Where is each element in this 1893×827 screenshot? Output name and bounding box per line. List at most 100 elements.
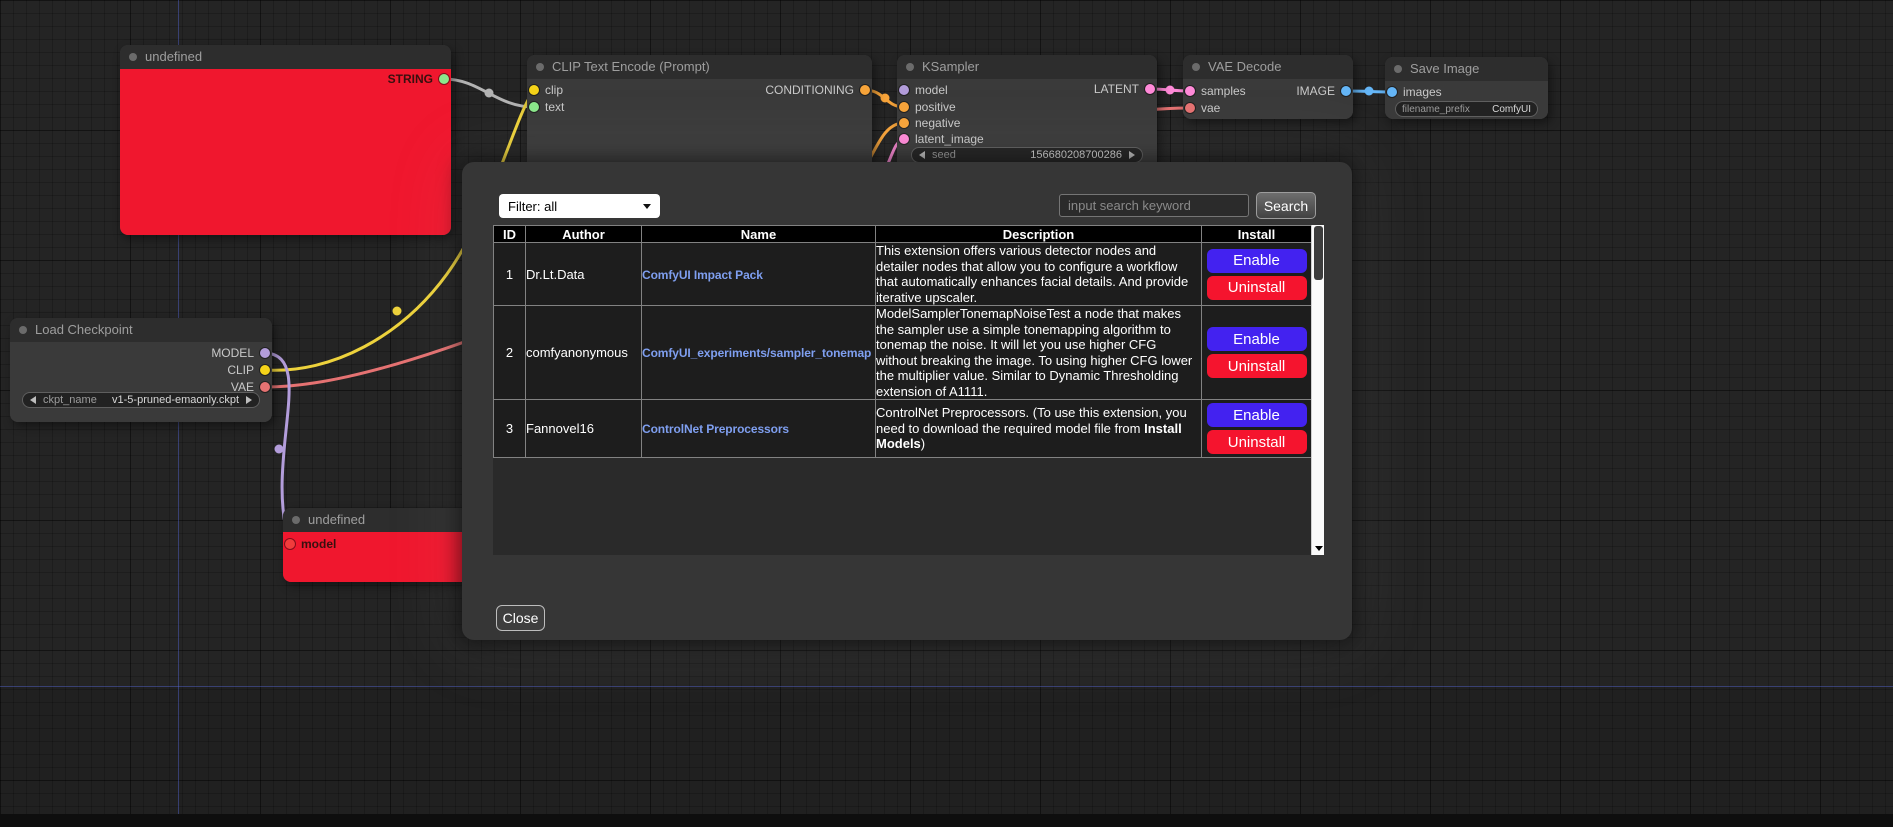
scroll-down-arrow-icon[interactable] [1315,546,1323,551]
uninstall-button[interactable]: Uninstall [1207,354,1307,378]
extension-manager-dialog: Filter: all Search ID Author Name Descri… [462,162,1352,640]
previous-arrow-icon[interactable] [30,396,36,404]
port-label: clip [545,83,563,97]
extension-link[interactable]: ControlNet Preprocessors [642,422,789,436]
input-port-latent-image[interactable]: latent_image [899,132,984,146]
seed-widget[interactable]: seed 156680208700286 [911,147,1143,163]
port-dot-icon[interactable] [285,539,295,549]
node-title-bar[interactable]: undefined [120,45,451,69]
increment-arrow-icon[interactable] [1129,151,1135,159]
extension-author: Dr.Lt.Data [526,243,642,306]
graph-canvas[interactable]: undefined STRING CLIP Text Encode (Promp… [0,0,1893,827]
port-dot-icon[interactable] [1341,86,1351,96]
extension-id: 2 [494,306,526,400]
port-label: model [301,537,336,551]
ckpt-name-widget[interactable]: ckpt_name v1-5-pruned-emaonly.ckpt [22,392,260,408]
input-port-model[interactable]: model [285,537,336,551]
port-dot-icon[interactable] [529,85,539,95]
node-title-bar[interactable]: Save Image [1385,57,1548,81]
port-dot-icon[interactable] [899,85,909,95]
port-label: samples [1201,84,1246,98]
port-dot-icon[interactable] [260,382,270,392]
input-port-positive[interactable]: positive [899,100,956,114]
node-vae-decode[interactable]: VAE Decode samples vae IMAGE [1183,55,1353,119]
extension-id: 3 [494,400,526,458]
extension-row: 2 comfyanonymous ComfyUI_experiments/sam… [494,306,1312,400]
port-dot-icon[interactable] [899,102,909,112]
extension-link[interactable]: ComfyUI_experiments/sampler_tonemap [642,346,871,360]
input-port-model[interactable]: model [899,83,948,97]
table-header-row: ID Author Name Description Install [494,226,1312,243]
port-dot-icon[interactable] [1145,84,1155,94]
extensions-table: ID Author Name Description Install 1 Dr.… [493,225,1312,458]
enable-button[interactable]: Enable [1207,327,1307,351]
node-title-bar[interactable]: KSampler [897,55,1157,79]
uninstall-button[interactable]: Uninstall [1207,430,1307,454]
collapse-dot-icon[interactable] [1394,65,1402,73]
input-port-clip[interactable]: clip [529,83,563,97]
next-arrow-icon[interactable] [246,396,252,404]
output-port-string[interactable]: STRING [388,72,449,86]
node-title-bar[interactable]: CLIP Text Encode (Prompt) [527,55,872,79]
port-dot-icon[interactable] [860,85,870,95]
port-dot-icon[interactable] [1185,86,1195,96]
port-dot-icon[interactable] [529,102,539,112]
output-port-conditioning[interactable]: CONDITIONING [765,83,870,97]
port-dot-icon[interactable] [1185,103,1195,113]
filter-select-value: Filter: all [508,199,557,214]
scrollbar-thumb[interactable] [1314,226,1323,280]
port-dot-icon[interactable] [899,118,909,128]
search-button[interactable]: Search [1256,192,1316,219]
port-dot-icon[interactable] [899,134,909,144]
port-dot-icon[interactable] [439,74,449,84]
collapse-dot-icon[interactable] [536,63,544,71]
input-port-samples[interactable]: samples [1185,84,1246,98]
description-text: This extension offers various detector n… [876,243,1188,305]
port-dot-icon[interactable] [260,348,270,358]
extension-description: ControlNet Preprocessors. (To use this e… [876,400,1202,458]
filename-prefix-widget[interactable]: filename_prefix ComfyUI [1395,101,1538,117]
collapse-dot-icon[interactable] [906,63,914,71]
node-title-bar[interactable]: VAE Decode [1183,55,1353,79]
input-port-text[interactable]: text [529,100,564,114]
table-scrollbar[interactable] [1311,225,1324,555]
node-title: VAE Decode [1208,59,1281,74]
collapse-dot-icon[interactable] [1192,63,1200,71]
port-label: vae [1201,101,1220,115]
search-input[interactable] [1059,194,1249,217]
extensions-table-container: ID Author Name Description Install 1 Dr.… [493,225,1324,555]
extension-id: 1 [494,243,526,306]
filter-select[interactable]: Filter: all [499,194,660,218]
collapse-dot-icon[interactable] [292,516,300,524]
collapse-dot-icon[interactable] [129,53,137,61]
install-cell: Enable Uninstall [1202,400,1312,458]
widget-value: 156680208700286 [1030,149,1122,161]
enable-button[interactable]: Enable [1207,403,1307,427]
output-port-latent[interactable]: LATENT [1094,82,1155,96]
port-dot-icon[interactable] [1387,87,1397,97]
uninstall-button[interactable]: Uninstall [1207,276,1307,300]
collapse-dot-icon[interactable] [19,326,27,334]
port-label: text [545,100,564,114]
input-port-vae[interactable]: vae [1185,101,1220,115]
port-label: CONDITIONING [765,83,854,97]
enable-button[interactable]: Enable [1207,249,1307,273]
port-dot-icon[interactable] [260,365,270,375]
input-port-images[interactable]: images [1387,85,1442,99]
extension-description: This extension offers various detector n… [876,243,1202,306]
output-port-image[interactable]: IMAGE [1296,84,1351,98]
node-title-bar[interactable]: Load Checkpoint [10,318,272,342]
input-port-negative[interactable]: negative [899,116,960,130]
node-load-checkpoint[interactable]: Load Checkpoint MODEL CLIP VAE ckpt_name… [10,318,272,422]
widget-label: seed [932,149,956,161]
port-label: images [1403,85,1442,99]
close-button[interactable]: Close [496,605,545,631]
output-port-model[interactable]: MODEL [211,346,270,360]
node-undefined-top[interactable]: undefined STRING [120,45,451,235]
column-header-id: ID [494,226,526,243]
node-title: undefined [308,512,365,527]
node-save-image[interactable]: Save Image images filename_prefix ComfyU… [1385,57,1548,119]
extension-link[interactable]: ComfyUI Impact Pack [642,268,763,282]
output-port-clip[interactable]: CLIP [227,363,270,377]
decrement-arrow-icon[interactable] [919,151,925,159]
